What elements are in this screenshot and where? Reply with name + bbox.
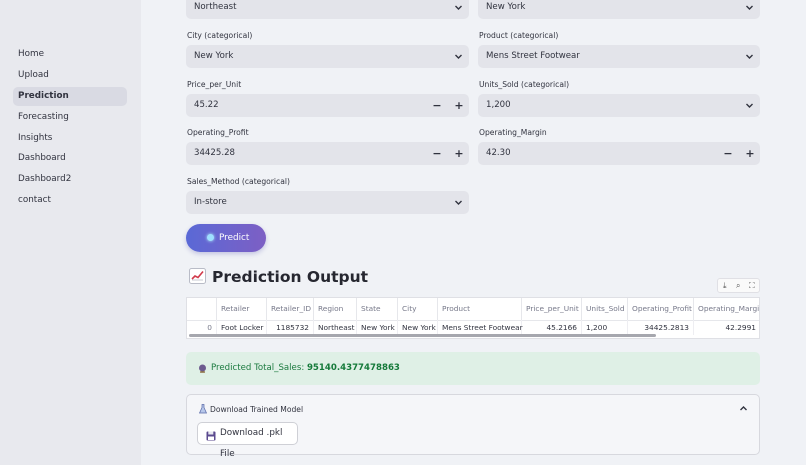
price-decrement-button[interactable]: −: [428, 94, 446, 117]
prediction-output-title: Prediction Output: [212, 268, 369, 286]
region-select[interactable]: Northeast: [186, 0, 469, 19]
table-horizontal-scrollbar[interactable]: [189, 334, 656, 337]
table-header: Product: [438, 298, 522, 320]
table-cell: New York: [357, 320, 398, 335]
table-header: State: [357, 298, 398, 320]
op-profit-label: Operating_Profit: [187, 128, 249, 137]
product-value: Mens Street Footwear: [486, 51, 580, 61]
table-toolbar: ⤓ ⌕ ⛶: [717, 278, 760, 293]
table-cell: 45.2166: [522, 320, 582, 335]
download-icon[interactable]: ⤓: [723, 281, 727, 291]
table-header: Region: [314, 298, 357, 320]
flask-icon: [198, 404, 208, 414]
table-cell-index: 0: [187, 320, 217, 335]
op-margin-decrement-button[interactable]: −: [719, 142, 737, 165]
table-cell: 42.2991: [694, 320, 759, 335]
price-increment-button[interactable]: +: [450, 94, 468, 117]
sidebar: Home Upload Prediction Forecasting Insig…: [0, 0, 141, 465]
city-value: New York: [194, 51, 234, 61]
chevron-down-icon: [745, 101, 754, 110]
sidebar-item-dashboard2[interactable]: Dashboard2: [13, 170, 127, 189]
fullscreen-icon[interactable]: ⛶: [749, 281, 755, 291]
prediction-output-heading: Prediction Output: [189, 268, 368, 286]
chevron-down-icon: [454, 52, 463, 61]
op-margin-label: Operating_Margin: [479, 128, 547, 137]
table-cell: 1,200: [582, 320, 628, 335]
table-header: Units_Sold: [582, 298, 628, 320]
price-label: Price_per_Unit: [187, 80, 242, 89]
table-header: Operating_Margin: [694, 298, 759, 320]
sales-method-select[interactable]: In-store: [186, 191, 469, 214]
table-cell: Northeast: [314, 320, 357, 335]
crystal-ball-icon: [207, 234, 214, 241]
table-cell: 1185732: [267, 320, 314, 335]
prediction-result-banner: Predicted Total_Sales: 95140.4377478863: [186, 352, 760, 385]
op-profit-increment-button[interactable]: +: [450, 142, 468, 165]
chevron-up-icon[interactable]: [739, 404, 748, 413]
table-header: Price_per_Unit: [522, 298, 582, 320]
op-margin-value: 42.30: [486, 148, 511, 158]
units-value: 1,200: [486, 100, 511, 110]
download-pkl-button-label: Download .pkl File: [220, 428, 283, 459]
region-value: Northeast: [194, 2, 237, 12]
price-number-input[interactable]: 45.22 − +: [186, 94, 469, 117]
table-header: Retailer_ID: [267, 298, 314, 320]
prediction-result-value: 95140.4377478863: [306, 363, 400, 373]
state-select[interactable]: New York: [478, 0, 760, 19]
predict-button-label: Predict: [219, 233, 250, 243]
city-label: City (categorical): [187, 31, 253, 40]
chevron-down-icon: [745, 3, 754, 12]
product-label: Product (categorical): [479, 31, 559, 40]
sales-method-value: In-store: [194, 197, 227, 207]
sidebar-item-contact[interactable]: contact: [13, 191, 127, 210]
table-header: Operating_Profit: [628, 298, 694, 320]
sidebar-item-home[interactable]: Home: [13, 45, 127, 64]
sidebar-item-dashboard[interactable]: Dashboard: [13, 149, 127, 168]
search-icon[interactable]: ⌕: [736, 281, 740, 291]
chevron-down-icon: [745, 52, 754, 61]
city-select[interactable]: New York: [186, 45, 469, 68]
table-header: City: [398, 298, 438, 320]
units-select[interactable]: 1,200: [478, 94, 760, 117]
download-pkl-button[interactable]: Download .pkl File: [197, 422, 298, 459]
prediction-table[interactable]: Retailer Retailer_ID Region State City P…: [186, 297, 760, 339]
state-value: New York: [486, 2, 526, 12]
op-profit-number-input[interactable]: 34425.28 − +: [186, 142, 469, 165]
op-margin-number-input[interactable]: 42.30 − +: [478, 142, 760, 165]
floppy-disk-icon: [206, 429, 216, 441]
prediction-result-text: Predicted Total_Sales: 95140.4377478863: [211, 352, 400, 385]
sidebar-item-forecasting[interactable]: Forecasting: [13, 108, 127, 127]
table-cell: Mens Street Footwear: [438, 320, 523, 335]
table-cell: 34425.2813: [628, 320, 694, 335]
op-profit-value: 34425.28: [194, 148, 236, 158]
sidebar-item-prediction[interactable]: Prediction: [13, 87, 127, 106]
table-header-index: [187, 298, 217, 320]
chevron-down-icon: [454, 3, 463, 12]
chevron-down-icon: [454, 198, 463, 207]
prediction-result-label: Predicted Total_Sales:: [211, 363, 305, 373]
sidebar-item-upload[interactable]: Upload: [13, 66, 127, 85]
download-model-title: Download Trained Model: [210, 405, 304, 414]
table-cell: Foot Locker: [217, 320, 267, 335]
op-margin-increment-button[interactable]: +: [741, 142, 759, 165]
table-header: Retailer: [217, 298, 267, 320]
product-select[interactable]: Mens Street Footwear: [478, 45, 760, 68]
chart-increasing-icon: [189, 268, 206, 284]
price-value: 45.22: [194, 100, 219, 110]
predict-button[interactable]: Predict: [186, 224, 266, 252]
crystal-ball-icon: [198, 364, 207, 373]
sales-method-label: Sales_Method (categorical): [187, 177, 290, 186]
sidebar-item-insights[interactable]: Insights: [13, 129, 127, 148]
op-profit-decrement-button[interactable]: −: [428, 142, 446, 165]
table-cell: New York: [398, 320, 438, 335]
units-label: Units_Sold (categorical): [479, 80, 570, 89]
download-model-expander[interactable]: Download Trained Model Download .pkl Fil…: [186, 394, 760, 459]
